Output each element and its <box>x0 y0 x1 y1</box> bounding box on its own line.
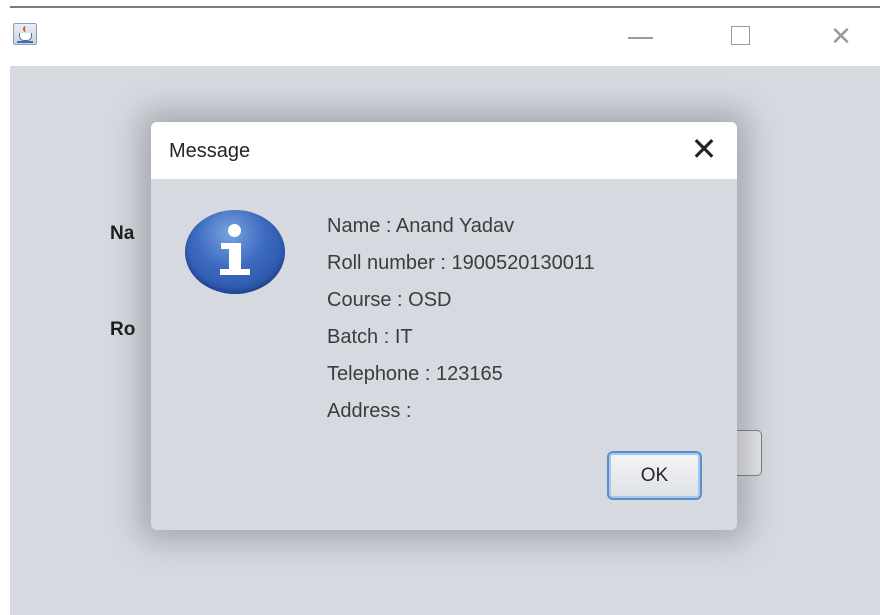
app-icon-steam <box>23 26 29 32</box>
message-batch-line: Batch : IT <box>327 326 413 348</box>
close-button[interactable]: ✕ <box>816 16 866 56</box>
message-address-line: Address : <box>327 400 412 422</box>
close-icon: ✕ <box>830 21 852 51</box>
message-course-line: Course : OSD <box>327 289 452 311</box>
dialog-title: Message <box>169 140 251 162</box>
app-icon-cup <box>19 33 32 41</box>
message-telephone-line: Telephone : 123165 <box>327 363 503 385</box>
maximize-icon <box>731 26 750 45</box>
info-icon-serif-bottom <box>220 269 250 275</box>
java-app-icon <box>13 23 37 45</box>
minimize-button[interactable] <box>616 16 666 56</box>
info-icon-dot <box>228 224 241 237</box>
ok-button[interactable]: OK <box>607 451 702 500</box>
message-dialog: Message ✕ Name : Anand Yadav Roll number… <box>151 122 737 530</box>
window-titlebar[interactable]: ✕ <box>10 10 880 66</box>
maximize-button[interactable] <box>716 16 766 56</box>
screen: ✕ Na Ro Message ✕ Name : Anand Yadav Rol… <box>0 0 880 615</box>
app-icon-plate <box>17 41 33 43</box>
minimize-icon <box>628 37 653 39</box>
dialog-close-button[interactable]: ✕ <box>686 131 722 167</box>
info-icon-stem <box>229 243 241 271</box>
information-icon <box>185 210 285 294</box>
name-field-label: Na <box>110 223 135 244</box>
dialog-close-icon: ✕ <box>690 131 718 167</box>
message-body: Name : Anand Yadav Roll number : 1900520… <box>327 208 727 430</box>
dialog-titlebar[interactable]: Message ✕ <box>151 122 737 179</box>
message-roll-number-line: Roll number : 1900520130011 <box>327 252 595 274</box>
top-rule <box>10 6 880 8</box>
message-name-line: Name : Anand Yadav <box>327 215 515 237</box>
roll-number-field-label: Ro <box>110 319 136 340</box>
